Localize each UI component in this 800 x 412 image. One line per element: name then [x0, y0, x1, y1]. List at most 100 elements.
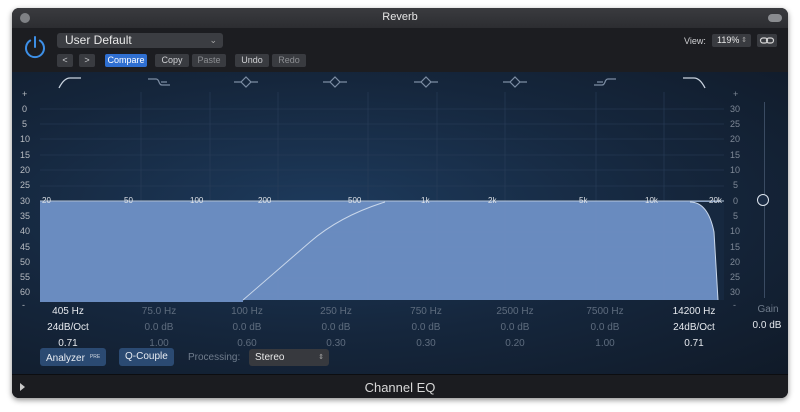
plugin-window: Reverb User Default ⌄ < > Compare Copy P…	[12, 8, 788, 398]
db-scale-label: 10	[20, 134, 31, 144]
freq-label: 20	[42, 196, 51, 205]
band-5-params[interactable]: 750 Hz 0.0 dB 0.30	[386, 304, 466, 352]
band-frequency[interactable]: 14200 Hz	[654, 304, 734, 320]
chevron-down-icon: ⌄	[209, 35, 217, 45]
high-cut-icon[interactable]	[680, 74, 708, 90]
band-2-params[interactable]: 75.0 Hz 0.0 dB 1.00	[119, 304, 199, 352]
processing-menu[interactable]: Stereo ⇕	[249, 349, 329, 366]
paste-button[interactable]: Paste	[192, 54, 226, 67]
view-zoom-menu[interactable]: 119% ⇕	[712, 34, 751, 47]
undo-button[interactable]: Undo	[235, 54, 269, 67]
db-scale-label: 5	[22, 119, 28, 129]
gain-scale-label: 0	[733, 196, 739, 206]
window-title: Reverb	[382, 11, 418, 23]
db-scale-label: 30	[20, 196, 31, 206]
view-zoom-value: 119%	[717, 35, 740, 45]
band-3-params[interactable]: 100 Hz 0.0 dB 0.60	[207, 304, 287, 352]
db-scale-label: 20	[20, 165, 31, 175]
band-gain[interactable]: 0.0 dB	[565, 320, 645, 336]
freq-label: 50	[124, 196, 133, 205]
band-q[interactable]: 0.71	[654, 336, 734, 352]
band-gain[interactable]: 0.0 dB	[296, 320, 376, 336]
next-preset-button[interactable]: >	[79, 54, 95, 67]
analyzer-button[interactable]: Analyzer PRE	[40, 348, 107, 366]
db-scale-label: 35	[20, 211, 31, 221]
preset-menu[interactable]: User Default ⌄	[57, 33, 223, 48]
band-frequency[interactable]: 100 Hz	[207, 304, 287, 320]
band-1-params[interactable]: 405 Hz 24dB/Oct 0.71	[28, 304, 108, 352]
bell-icon[interactable]	[501, 74, 529, 90]
band-gain[interactable]: 0.0 dB	[207, 320, 287, 336]
bell-icon[interactable]	[232, 74, 260, 90]
freq-label: 2k	[488, 196, 497, 205]
band-frequency[interactable]: 405 Hz	[28, 304, 108, 320]
gain-scale-label: 5	[733, 211, 739, 221]
band-frequency[interactable]: 750 Hz	[386, 304, 466, 320]
q-couple-button[interactable]: Q-Couple	[119, 348, 174, 366]
band-frequency[interactable]: 75.0 Hz	[119, 304, 199, 320]
db-scale-label: -	[22, 300, 25, 310]
eq-graph[interactable]	[40, 92, 724, 306]
high-shelf-icon[interactable]	[591, 74, 619, 90]
gain-scale-label: 15	[730, 242, 741, 252]
copy-button[interactable]: Copy	[155, 54, 189, 67]
eq-low-cut-mask	[40, 300, 243, 302]
band-gain[interactable]: 0.0 dB	[386, 320, 466, 336]
band-slope[interactable]: 24dB/Oct	[28, 320, 108, 336]
gain-scale-label: 10	[730, 165, 741, 175]
low-shelf-icon[interactable]	[145, 74, 173, 90]
freq-label: 200	[258, 196, 272, 205]
gain-scale-label: 30	[730, 287, 741, 297]
analyzer-pre-badge[interactable]: PRE	[90, 354, 100, 360]
window-menu-button[interactable]	[768, 14, 782, 22]
gain-scale-label: 5	[733, 180, 739, 190]
eq-response-fill	[40, 201, 720, 300]
bell-icon[interactable]	[321, 74, 349, 90]
gain-scale-label: 20	[730, 257, 741, 267]
band-q[interactable]: 0.30	[386, 336, 466, 352]
analyzer-label: Analyzer	[46, 353, 85, 364]
band-4-params[interactable]: 250 Hz 0.0 dB 0.30	[296, 304, 376, 352]
freq-label: 100	[190, 196, 204, 205]
gain-value[interactable]: 0.0 dB	[747, 320, 787, 331]
band-gain[interactable]: 0.0 dB	[119, 320, 199, 336]
band-7-params[interactable]: 7500 Hz 0.0 dB 1.00	[565, 304, 645, 352]
stepper-icon: ⇕	[741, 37, 747, 44]
gain-scale-label: 10	[730, 226, 741, 236]
freq-label: 20k	[709, 196, 722, 205]
link-icon[interactable]	[757, 34, 777, 47]
gain-slider-thumb[interactable]	[757, 194, 769, 206]
freq-label: 500	[348, 196, 362, 205]
freq-label: 10k	[645, 196, 658, 205]
view-label: View:	[684, 36, 706, 46]
db-scale-label: 0	[22, 104, 28, 114]
db-scale-label: 45	[20, 242, 31, 252]
db-scale-label: 40	[20, 226, 31, 236]
bell-icon[interactable]	[412, 74, 440, 90]
processing-value: Stereo	[255, 352, 285, 363]
band-q[interactable]: 0.20	[475, 336, 555, 352]
preset-name: User Default	[65, 33, 132, 47]
band-frequency[interactable]: 7500 Hz	[565, 304, 645, 320]
stepper-icon: ⇕	[318, 354, 324, 361]
gain-scale-label: 30	[730, 104, 741, 114]
title-bar: Reverb	[12, 8, 788, 29]
power-icon[interactable]	[22, 34, 48, 60]
gain-label: Gain	[757, 304, 779, 315]
eq-display-area: + 0 5 10 15 20 25 30 35 40 45 50 55 60 -…	[12, 72, 788, 374]
redo-button[interactable]: Redo	[272, 54, 306, 67]
compare-button[interactable]: Compare	[105, 54, 147, 67]
band-6-params[interactable]: 2500 Hz 0.0 dB 0.20	[475, 304, 555, 352]
band-slope[interactable]: 24dB/Oct	[654, 320, 734, 336]
band-gain[interactable]: 0.0 dB	[475, 320, 555, 336]
plugin-header: User Default ⌄ < > Compare Copy Paste Un…	[12, 28, 788, 72]
low-cut-icon[interactable]	[56, 74, 84, 90]
db-scale-label: +	[22, 89, 28, 99]
band-frequency[interactable]: 250 Hz	[296, 304, 376, 320]
gain-scale-label: 15	[730, 150, 741, 160]
band-frequency[interactable]: 2500 Hz	[475, 304, 555, 320]
band-q[interactable]: 1.00	[565, 336, 645, 352]
previous-preset-button[interactable]: <	[57, 54, 73, 67]
band-8-params[interactable]: 14200 Hz 24dB/Oct 0.71	[654, 304, 734, 352]
freq-label: 1k	[421, 196, 430, 205]
